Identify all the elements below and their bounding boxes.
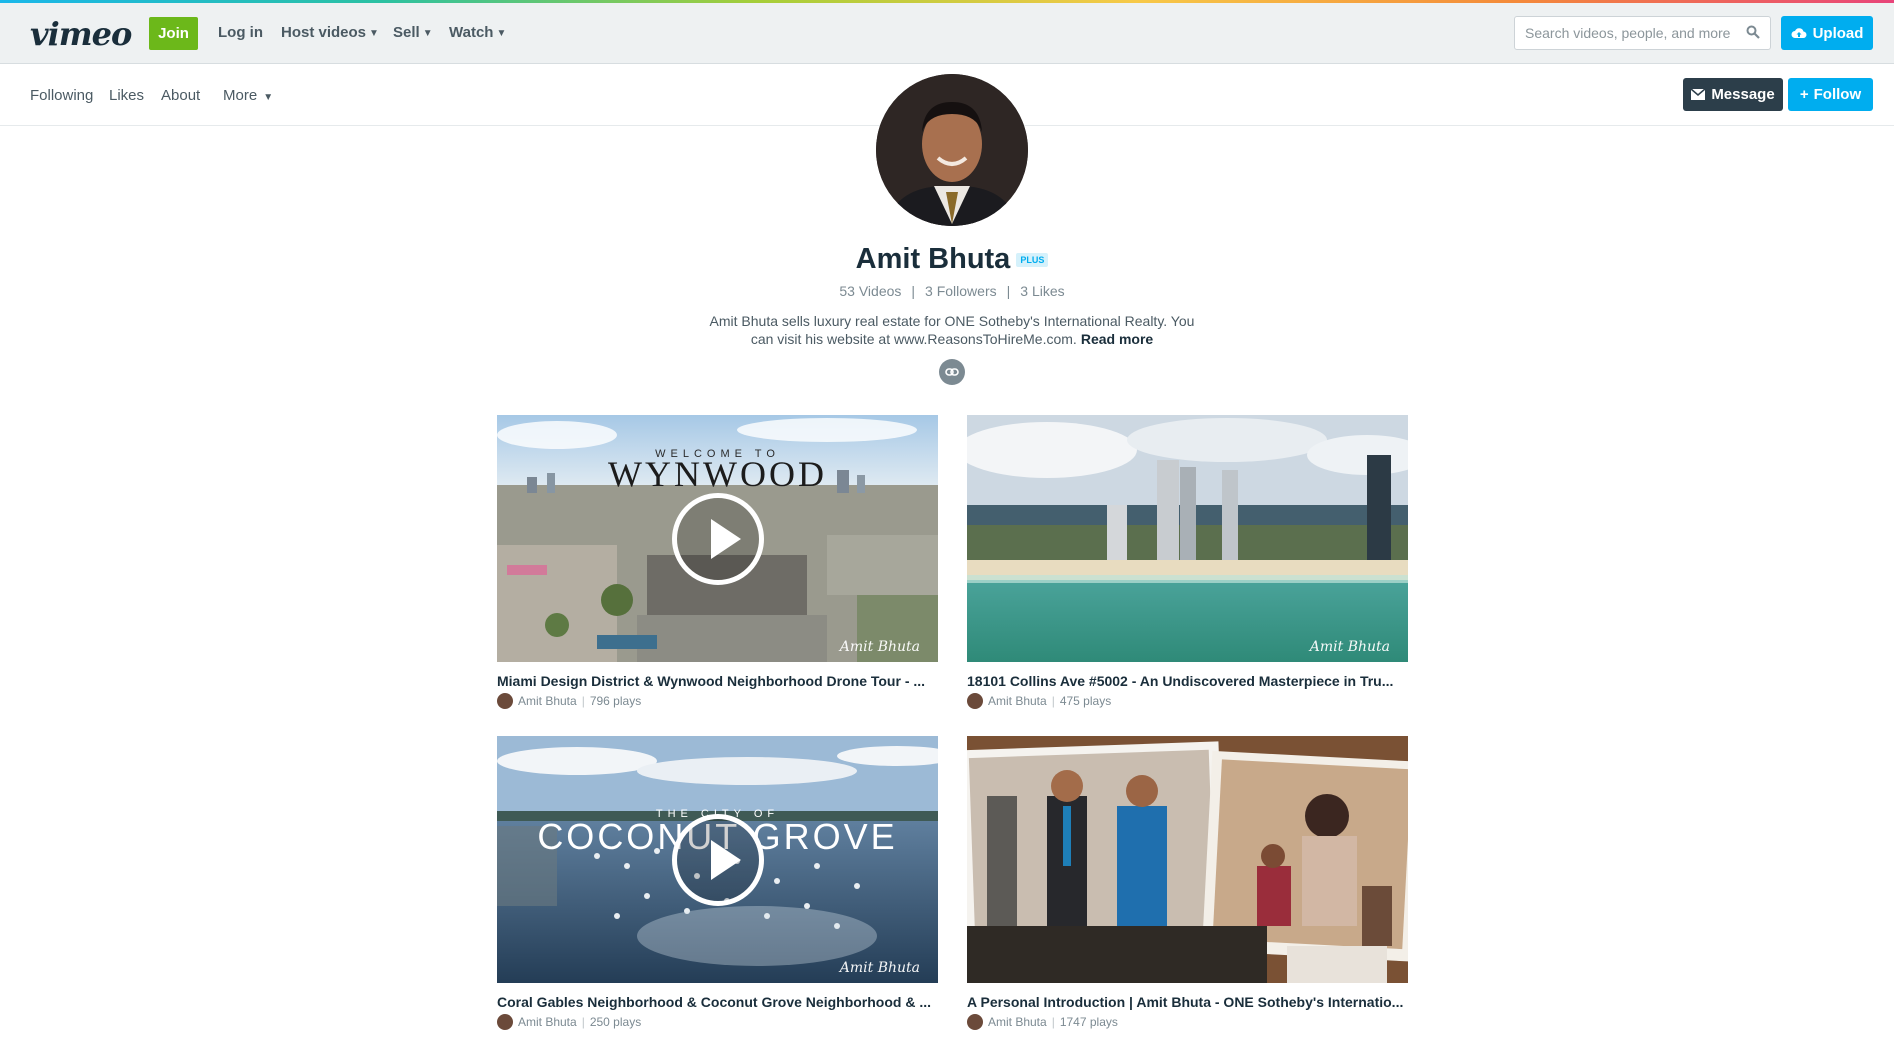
plus-icon: +: [1799, 86, 1809, 103]
search-input[interactable]: [1525, 25, 1735, 41]
read-more-link[interactable]: Read more: [1081, 331, 1153, 347]
envelope-icon: [1691, 89, 1706, 100]
play-icon[interactable]: [672, 814, 764, 906]
cloud-upload-icon: [1791, 28, 1807, 39]
search-icon[interactable]: [1746, 25, 1760, 39]
video-meta: Amit Bhuta | 250 plays: [497, 1014, 938, 1030]
followers-count[interactable]: 3 Followers: [925, 283, 997, 299]
author-avatar[interactable]: [497, 1014, 513, 1030]
tab-likes[interactable]: Likes: [109, 87, 144, 104]
chevron-down-icon: ▼: [263, 92, 274, 103]
chevron-down-icon: ▼: [496, 28, 507, 39]
avatar[interactable]: [876, 74, 1028, 226]
video-thumbnail[interactable]: THE CITY OF COCONUT GROVE Amit Bhuta: [497, 736, 938, 983]
profile-name-row: Amit Bhuta PLUS: [0, 243, 1894, 276]
sell-menu[interactable]: Sell ▼: [393, 24, 433, 41]
profile-bio: Amit Bhuta sells luxury real estate for …: [697, 312, 1207, 348]
video-overlay-title: WYNWOOD: [608, 454, 827, 494]
search-box[interactable]: [1514, 16, 1771, 50]
video-card[interactable]: Amit Bhuta 18101 Collins Ave #5002 - An …: [967, 415, 1408, 709]
video-title[interactable]: Coral Gables Neighborhood & Coconut Grov…: [497, 994, 938, 1010]
chevron-down-icon: ▼: [369, 28, 379, 39]
video-author[interactable]: Amit Bhuta: [518, 1015, 577, 1029]
signature-watermark: Amit Bhuta: [839, 960, 920, 976]
video-plays: 796 plays: [589, 694, 642, 708]
website-link-icon[interactable]: [939, 359, 965, 385]
video-card[interactable]: THE CITY OF COCONUT GROVE Amit Bhuta Cor…: [497, 736, 938, 1030]
profile-stats: 53 Videos | 3 Followers | 3 Likes: [839, 283, 1065, 299]
signature-watermark: Amit Bhuta: [839, 639, 920, 655]
video-plays: 250 plays: [589, 1015, 642, 1029]
likes-count[interactable]: 3 Likes: [1020, 283, 1064, 299]
video-meta: Amit Bhuta | 1747 plays: [967, 1014, 1408, 1030]
signature-watermark: Amit Bhuta: [1309, 639, 1390, 655]
follow-button[interactable]: + Follow: [1788, 78, 1873, 111]
tab-following[interactable]: Following: [30, 87, 93, 104]
video-thumbnail[interactable]: WELCOME TO WYNWOOD Amit Bhuta: [497, 415, 938, 662]
profile-name: Amit Bhuta: [855, 243, 1011, 275]
video-title[interactable]: 18101 Collins Ave #5002 - An Undiscovere…: [967, 673, 1408, 689]
videos-count[interactable]: 53 Videos: [839, 283, 901, 299]
video-author[interactable]: Amit Bhuta: [988, 1015, 1047, 1029]
video-thumbnail[interactable]: [967, 736, 1408, 983]
message-button[interactable]: Message: [1683, 78, 1783, 111]
upload-button[interactable]: Upload: [1781, 16, 1873, 50]
vimeo-logo[interactable]: vimeo: [30, 15, 132, 53]
video-card[interactable]: A Personal Introduction | Amit Bhuta - O…: [967, 736, 1408, 1030]
video-title[interactable]: A Personal Introduction | Amit Bhuta - O…: [967, 994, 1408, 1010]
tab-about[interactable]: About: [161, 87, 200, 104]
video-author[interactable]: Amit Bhuta: [518, 694, 577, 708]
video-author[interactable]: Amit Bhuta: [988, 694, 1047, 708]
tab-more[interactable]: More ▼: [223, 87, 273, 104]
chevron-down-icon: ▼: [422, 28, 433, 39]
play-icon[interactable]: [672, 493, 764, 585]
plus-badge: PLUS: [1016, 252, 1049, 267]
avatar-image: [876, 74, 1028, 226]
top-navigation: vimeo Join Log in Host videos ▼ Sell ▼ Wat…: [0, 3, 1894, 64]
video-plays: 1747 plays: [1059, 1015, 1118, 1029]
video-title[interactable]: Miami Design District & Wynwood Neighbor…: [497, 673, 938, 689]
video-thumbnail[interactable]: Amit Bhuta: [967, 415, 1408, 662]
host-videos-menu[interactable]: Host videos ▼: [281, 24, 379, 41]
watch-menu[interactable]: Watch ▼: [449, 24, 506, 41]
author-avatar[interactable]: [967, 693, 983, 709]
video-card[interactable]: WELCOME TO WYNWOOD Amit Bhuta Miami Desi…: [497, 415, 938, 709]
join-button[interactable]: Join: [149, 17, 198, 50]
author-avatar[interactable]: [497, 693, 513, 709]
video-meta: Amit Bhuta | 796 plays: [497, 693, 938, 709]
author-avatar[interactable]: [967, 1014, 983, 1030]
video-plays: 475 plays: [1059, 694, 1112, 708]
video-meta: Amit Bhuta | 475 plays: [967, 693, 1408, 709]
login-link[interactable]: Log in: [218, 24, 263, 41]
